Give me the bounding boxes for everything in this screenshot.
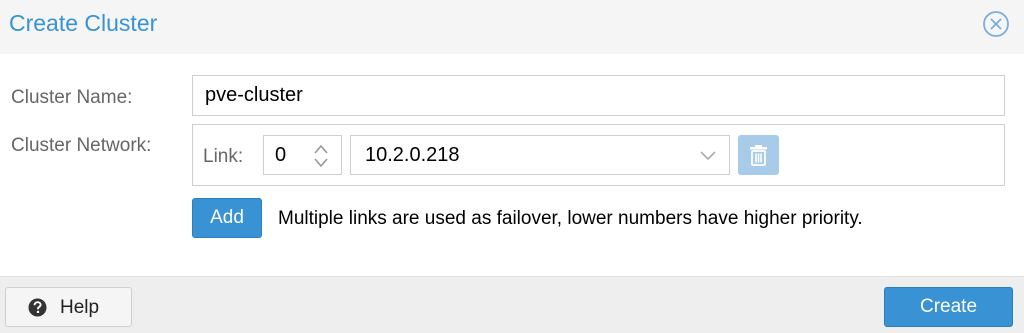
create-button[interactable]: Create bbox=[884, 287, 1013, 327]
trash-icon bbox=[750, 145, 767, 166]
dialog-header: Create Cluster bbox=[0, 0, 1024, 54]
link-number-spinner[interactable]: 0 bbox=[263, 135, 342, 175]
spinner-arrows-icon[interactable] bbox=[312, 142, 330, 170]
chevron-down-icon[interactable] bbox=[699, 150, 717, 162]
link-address-combo[interactable]: 10.2.0.218 bbox=[350, 135, 730, 175]
close-icon[interactable] bbox=[982, 10, 1010, 38]
cluster-name-input[interactable] bbox=[193, 76, 1004, 115]
link-number-value: 0 bbox=[275, 144, 287, 166]
links-hint-text: Multiple links are used as failover, low… bbox=[278, 208, 863, 229]
help-button-label: Help bbox=[60, 297, 100, 318]
dialog-title: Create Cluster bbox=[9, 10, 158, 36]
link-label: Link: bbox=[203, 146, 244, 167]
cluster-name-field[interactable] bbox=[192, 75, 1005, 116]
remove-link-button[interactable] bbox=[738, 135, 779, 175]
add-link-button[interactable]: Add bbox=[192, 198, 262, 238]
question-circle-icon bbox=[28, 298, 47, 317]
cluster-network-label: Cluster Network: bbox=[11, 135, 152, 156]
dialog-footer: Help Create bbox=[0, 276, 1024, 333]
link-address-value: 10.2.0.218 bbox=[365, 144, 460, 166]
cluster-name-label: Cluster Name: bbox=[11, 87, 133, 108]
help-button[interactable]: Help bbox=[5, 287, 132, 327]
create-cluster-dialog: Create Cluster Cluster Name: Cluster Net… bbox=[0, 0, 1024, 333]
